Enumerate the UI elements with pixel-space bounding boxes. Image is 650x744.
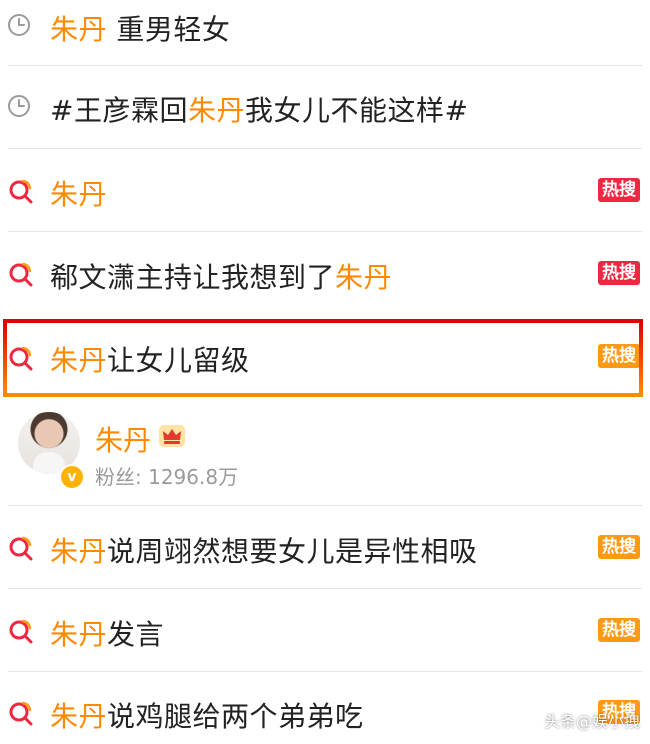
hot-search-icon (9, 179, 33, 204)
hot-search-icon (9, 701, 33, 726)
suggestion-text: 郗文潇主持让我想到了朱丹 (50, 261, 393, 294)
hot-badge: 热搜 (598, 618, 640, 642)
hot-search-icon (9, 619, 33, 644)
verified-badge-icon: v (59, 464, 85, 490)
fans-count: 粉丝: 1296.8万 (95, 465, 239, 489)
suggestion-row-6[interactable]: 朱丹说周翊然想要女儿是异性相吸 热搜 (0, 506, 650, 588)
suggestion-text: 朱丹 (50, 178, 108, 211)
history-clock-icon (8, 14, 30, 36)
suggestion-row-4[interactable]: 郗文潇主持让我想到了朱丹 热搜 (0, 232, 650, 314)
hot-badge: 热搜 (598, 261, 640, 285)
hot-search-icon (9, 536, 33, 561)
highlight-frame (3, 319, 643, 397)
suggestion-text: 朱丹发言 (50, 618, 165, 651)
suggestion-text: 朱丹说鸡腿给两个弟弟吃 (50, 700, 364, 733)
suggestion-row-3[interactable]: 朱丹 热搜 (0, 149, 650, 231)
profile-name[interactable]: 朱丹 (95, 419, 151, 459)
hot-badge: 热搜 (598, 178, 640, 202)
suggestion-text: 朱丹说周翊然想要女儿是异性相吸 (50, 535, 478, 568)
hot-badge: 热搜 (598, 535, 640, 559)
history-clock-icon (8, 95, 30, 117)
hot-search-icon (9, 262, 33, 287)
suggestion-text: 朱丹 重男轻女 (50, 13, 231, 46)
suggestion-row-1[interactable]: 朱丹 重男轻女 (0, 0, 650, 64)
suggestion-row-7[interactable]: 朱丹发言 热搜 (0, 589, 650, 671)
suggestion-text: #王彦霖回朱丹我女儿不能这样# (50, 94, 469, 127)
suggestion-row-2[interactable]: #王彦霖回朱丹我女儿不能这样# (0, 66, 650, 148)
crown-icon (159, 425, 185, 447)
watermark: 头条@娱小拽 (543, 712, 640, 731)
